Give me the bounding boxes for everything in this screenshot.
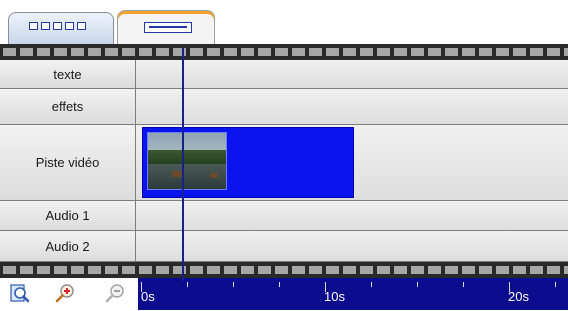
- ruler-tick: [371, 282, 372, 287]
- track-label-texte: texte: [0, 60, 136, 88]
- track-label-video: Piste vidéo: [0, 125, 136, 200]
- ruler-tick: [141, 282, 142, 292]
- ruler-tick: [463, 282, 464, 287]
- tab-timeline[interactable]: [117, 10, 215, 44]
- zoom-fit-icon: [10, 284, 30, 303]
- track-area-audio-1[interactable]: [136, 201, 568, 230]
- tab-storyboard[interactable]: [8, 12, 114, 44]
- zoom-out-button[interactable]: [104, 282, 128, 306]
- track-label-effets: effets: [0, 89, 136, 124]
- ruler-label-10s: 10s: [324, 289, 345, 304]
- film-strip-bottom: [0, 262, 568, 278]
- track-area-audio-2[interactable]: [136, 231, 568, 261]
- ruler-tick: [509, 282, 510, 292]
- track-audio-2[interactable]: Audio 2: [0, 231, 568, 262]
- bottom-bar: 0s 10s 20s: [0, 278, 568, 310]
- track-audio-1[interactable]: Audio 1: [0, 201, 568, 231]
- track-label-audio-2: Audio 2: [0, 231, 136, 261]
- time-ruler[interactable]: 0s 10s 20s: [138, 278, 568, 310]
- zoom-fit-button[interactable]: [8, 282, 32, 306]
- clip-thumbnail: [147, 132, 227, 190]
- zoom-out-icon: [105, 284, 124, 303]
- ruler-tick: [187, 282, 188, 287]
- zoom-in-button[interactable]: [54, 282, 78, 306]
- ruler-tick: [279, 282, 280, 287]
- ruler-label-0s: 0s: [141, 289, 155, 304]
- view-tabs: [0, 0, 568, 44]
- zoom-toolbar: [0, 278, 138, 310]
- track-label-audio-1: Audio 1: [0, 201, 136, 230]
- film-strip-top: [0, 44, 568, 60]
- track-area-texte[interactable]: [136, 60, 568, 88]
- ruler-label-20s: 20s: [508, 289, 529, 304]
- playhead[interactable]: [182, 48, 184, 281]
- ruler-tick: [417, 282, 418, 287]
- track-area-effets[interactable]: [136, 89, 568, 124]
- track-texte[interactable]: texte: [0, 60, 568, 89]
- track-effets[interactable]: effets: [0, 89, 568, 125]
- ruler-tick: [233, 282, 234, 287]
- timeline-icon: [144, 22, 192, 33]
- ruler-tick: [325, 282, 326, 292]
- video-clip[interactable]: [142, 127, 354, 198]
- zoom-in-icon: [55, 284, 74, 303]
- storyboard-icon: [29, 22, 86, 30]
- ruler-tick: [555, 282, 556, 287]
- timeline-panel: texte effets Piste vidéo Audio 1 Audio 2: [0, 0, 568, 310]
